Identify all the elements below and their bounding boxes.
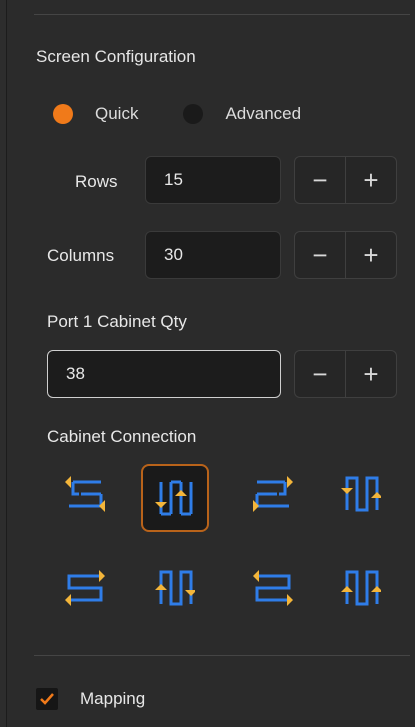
columns-label: Columns	[47, 246, 115, 265]
port-cabinet-qty-label: Port 1 Cabinet Qty	[47, 312, 187, 331]
connection-pattern-8[interactable]	[327, 554, 395, 622]
connection-pattern-2[interactable]	[141, 464, 209, 532]
rows-stepper: − +	[294, 156, 397, 204]
quick-radio[interactable]: Quick	[53, 104, 138, 124]
checkmark-icon	[40, 693, 54, 705]
columns-increment-button[interactable]: +	[346, 232, 396, 278]
columns-stepper: − +	[294, 231, 397, 279]
connection-pattern-1[interactable]	[51, 460, 119, 528]
port-cabinet-qty-input[interactable]: 38	[47, 350, 281, 398]
screen-configuration-panel: Screen Configuration Quick Advanced Rows…	[6, 0, 415, 727]
connection-pattern-4[interactable]	[327, 460, 395, 528]
connection-pattern-5[interactable]	[51, 554, 119, 622]
port-decrement-button[interactable]: −	[295, 351, 345, 397]
radio-checked-icon	[53, 104, 73, 124]
quick-radio-label: Quick	[95, 104, 139, 123]
snake-horizontal-icon	[253, 570, 293, 606]
radio-unchecked-icon	[183, 104, 204, 124]
connection-pattern-6[interactable]	[141, 554, 209, 622]
rows-decrement-button[interactable]: −	[295, 157, 345, 203]
snake-horizontal-icon	[253, 476, 293, 512]
mapping-checkbox[interactable]: Mapping	[36, 688, 145, 710]
mode-radio-group: Quick Advanced	[53, 100, 301, 128]
section-title: Screen Configuration	[36, 47, 196, 66]
mapping-label: Mapping	[80, 689, 146, 708]
top-divider	[34, 14, 410, 15]
columns-input[interactable]: 30	[145, 231, 281, 279]
rows-input[interactable]: 15	[145, 156, 281, 204]
rows-increment-button[interactable]: +	[346, 157, 396, 203]
columns-decrement-button[interactable]: −	[295, 232, 345, 278]
snake-vertical-icon	[155, 480, 193, 516]
port-cabinet-qty-stepper: − +	[294, 350, 397, 398]
connection-pattern-3[interactable]	[239, 460, 307, 528]
rows-label: Rows	[75, 172, 118, 191]
port-increment-button[interactable]: +	[346, 351, 396, 397]
snake-vertical-icon	[341, 476, 381, 512]
bottom-divider	[34, 655, 410, 656]
snake-horizontal-icon	[65, 476, 105, 512]
advanced-radio-label: Advanced	[225, 104, 302, 123]
connection-pattern-7[interactable]	[239, 554, 307, 622]
advanced-radio[interactable]: Advanced	[183, 104, 301, 124]
snake-vertical-icon	[341, 570, 381, 606]
snake-vertical-icon	[155, 570, 195, 606]
cabinet-connection-label: Cabinet Connection	[47, 427, 197, 446]
checkbox-checked-icon	[36, 688, 58, 710]
snake-horizontal-icon	[65, 570, 105, 606]
